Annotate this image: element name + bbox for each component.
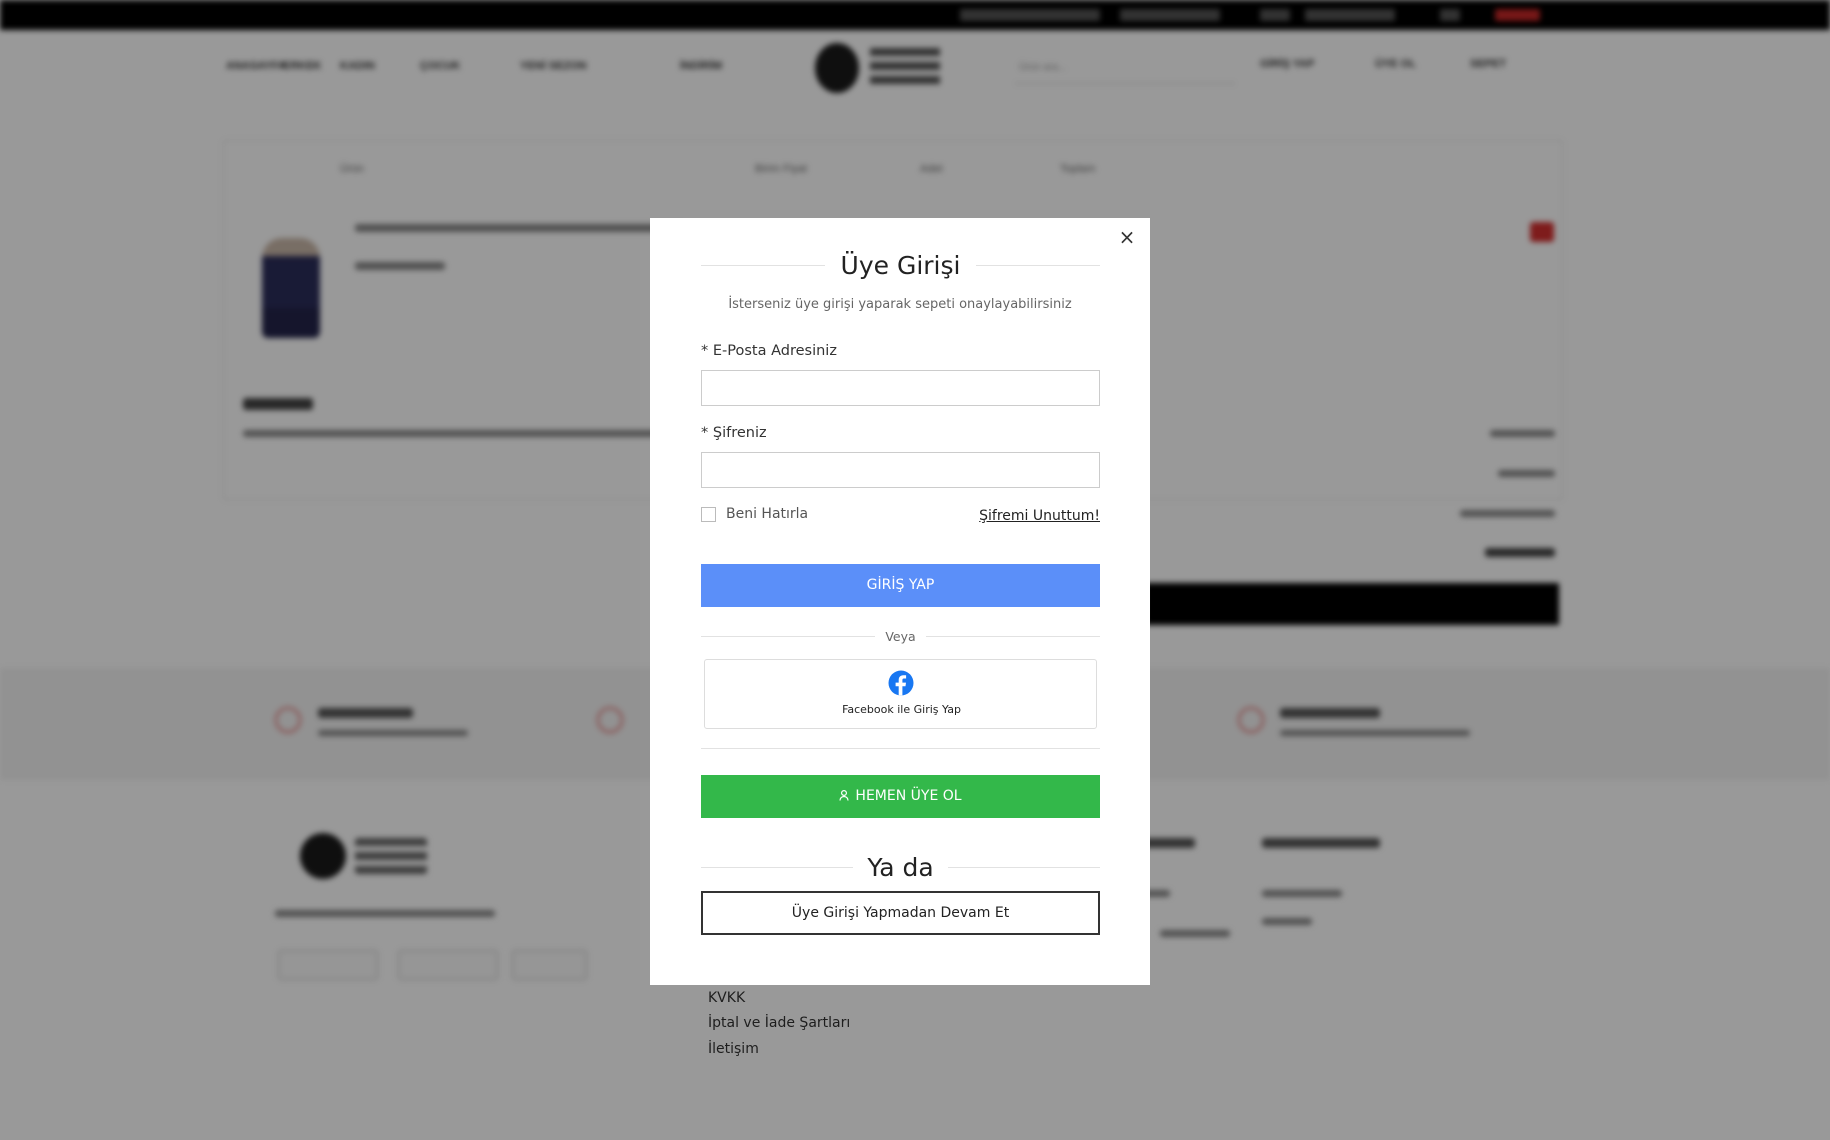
forgot-password-link[interactable]: Şifremi Unuttum! bbox=[979, 508, 1100, 524]
title-divider-left bbox=[701, 264, 825, 266]
guest-continue-button[interactable]: Üye Girişi Yapmadan Devam Et bbox=[701, 891, 1100, 935]
register-button-label: HEMEN ÜYE OL bbox=[855, 788, 962, 804]
email-label: * E-Posta Adresiniz bbox=[701, 343, 837, 359]
footer-link-kvkk[interactable]: KVKK bbox=[708, 990, 745, 1006]
close-icon[interactable]: × bbox=[1116, 226, 1138, 248]
email-field[interactable] bbox=[701, 370, 1100, 406]
footer-link-contact[interactable]: İletişim bbox=[708, 1041, 759, 1057]
modal-title: Üye Girişi bbox=[840, 250, 961, 280]
facebook-login-label: Facebook ile Giriş Yap bbox=[842, 703, 961, 716]
footer-link-cancel-return[interactable]: İptal ve İade Şartları bbox=[708, 1015, 850, 1031]
remember-checkbox[interactable] bbox=[701, 506, 716, 522]
or-separator: Ya da bbox=[701, 852, 1101, 882]
separator-line-right bbox=[925, 635, 1100, 637]
password-field[interactable] bbox=[701, 452, 1100, 488]
remember-me[interactable]: Beni Hatırla bbox=[701, 506, 808, 522]
modal-subtitle: İsterseniz üye girişi yaparak sepeti ona… bbox=[728, 297, 1072, 312]
or-line-right bbox=[947, 866, 1101, 868]
login-button[interactable]: GİRİŞ YAP bbox=[701, 564, 1100, 607]
remember-label[interactable]: Beni Hatırla bbox=[726, 506, 808, 522]
register-button[interactable]: HEMEN ÜYE OL bbox=[701, 775, 1100, 818]
separator-line-left bbox=[701, 635, 876, 637]
facebook-login-button[interactable]: Facebook ile Giriş Yap bbox=[704, 659, 1097, 729]
or-line-left bbox=[701, 866, 854, 868]
divider bbox=[701, 748, 1100, 749]
separator: Veya bbox=[701, 628, 1100, 644]
facebook-icon bbox=[888, 670, 914, 696]
title-divider-right bbox=[976, 264, 1100, 266]
user-icon bbox=[839, 775, 850, 818]
modal-title-row: Üye Girişi bbox=[701, 250, 1100, 280]
login-modal: × Üye Girişi İsterseniz üye girişi yapar… bbox=[650, 218, 1150, 985]
separator-text: Veya bbox=[885, 628, 916, 644]
or-text: Ya da bbox=[867, 852, 934, 882]
password-label: * Şifreniz bbox=[701, 425, 767, 441]
